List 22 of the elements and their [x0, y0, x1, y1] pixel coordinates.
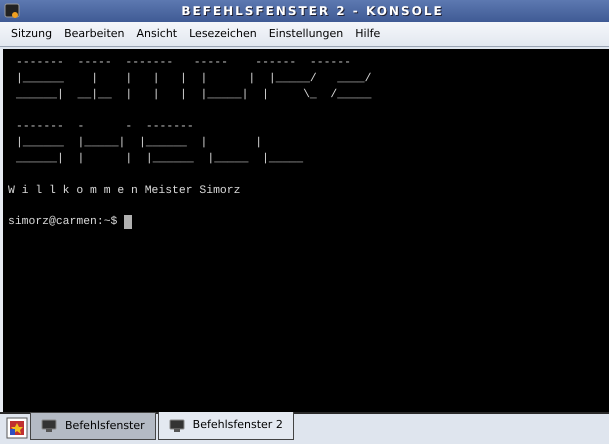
- app-icon: [4, 3, 20, 19]
- new-session-icon[interactable]: [6, 417, 28, 439]
- ascii-art-line: ------- ----- ------- ----- ------ ------: [16, 56, 351, 71]
- menu-item[interactable]: Lesezeichen: [189, 26, 257, 42]
- menu-item[interactable]: Einstellungen: [268, 26, 344, 42]
- shell-prompt: simorz@carmen:~$: [8, 214, 118, 230]
- window-title: BEFEHLSFENSTER 2 - KONSOLE: [181, 3, 444, 20]
- cursor: [124, 215, 132, 229]
- menu-item[interactable]: Ansicht: [136, 26, 178, 42]
- ascii-art-line: |______ | | | | | | |_____/ ____/: [16, 72, 372, 87]
- menu-item[interactable]: Bearbeiten: [64, 26, 124, 42]
- ascii-art-line: ______| | | |______ |_____ |_____: [16, 152, 304, 167]
- session-tab[interactable]: Befehlsfenster 2: [158, 412, 294, 440]
- menu-item[interactable]: Sitzung: [11, 26, 52, 42]
- welcome-message: W i l l k o m m e n Meister Simorz: [8, 184, 240, 199]
- monitor-icon: [168, 418, 185, 432]
- menu-item[interactable]: Hilfe: [355, 26, 380, 42]
- ascii-art-line: ______| __|__ | | | |_____| | \_ /_____: [16, 88, 372, 103]
- ascii-art-line: |______ |_____| |______ | |: [16, 136, 262, 151]
- session-tab[interactable]: Befehlsfenster: [30, 412, 156, 440]
- monitor-icon: [41, 419, 57, 433]
- ascii-art-line: ------- - - -------: [16, 120, 194, 135]
